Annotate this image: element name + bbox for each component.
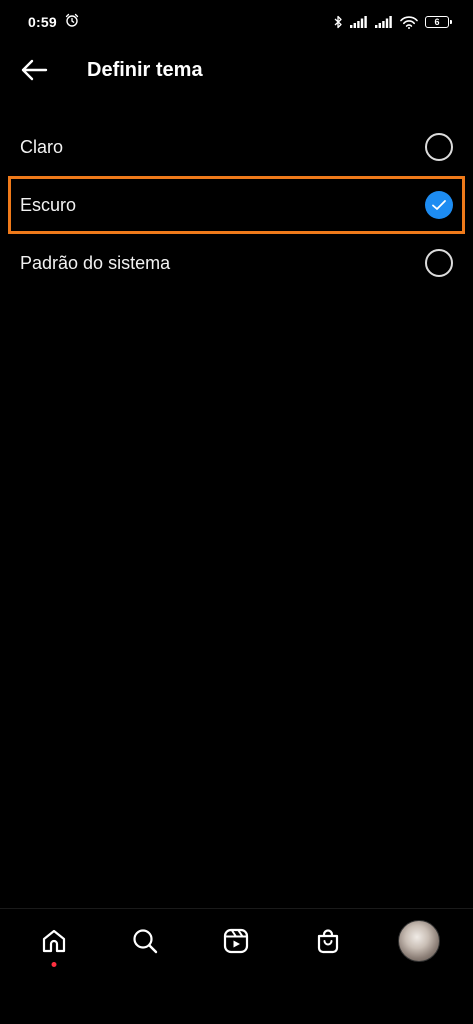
option-system-default[interactable]: Padrão do sistema	[0, 234, 473, 292]
home-icon	[42, 929, 65, 952]
radio-button[interactable]	[425, 133, 453, 161]
alarm-icon	[65, 13, 79, 32]
signal-icon	[375, 16, 393, 28]
nav-home[interactable]	[26, 913, 82, 969]
nav-profile[interactable]	[391, 913, 447, 969]
nav-shop[interactable]	[300, 913, 356, 969]
radio-button[interactable]	[425, 249, 453, 277]
battery-icon: 6	[425, 16, 452, 28]
radio-button-checked[interactable]	[425, 191, 453, 219]
profile-avatar	[398, 919, 441, 962]
shop-icon	[317, 928, 338, 953]
option-label: Escuro	[20, 194, 77, 215]
page-title: Definir tema	[87, 58, 203, 81]
nav-reels[interactable]	[208, 913, 264, 969]
wifi-icon	[400, 15, 418, 29]
bluetooth-icon	[333, 15, 343, 29]
status-time: 0:59	[28, 14, 57, 30]
option-label: Claro	[20, 136, 64, 157]
nav-search[interactable]	[117, 913, 173, 969]
status-bar: 0:59 6	[0, 0, 473, 44]
header: Definir tema	[0, 44, 473, 96]
status-right: 6	[333, 15, 452, 29]
notification-dot	[51, 961, 57, 967]
option-light[interactable]: Claro	[0, 118, 473, 176]
reels-icon	[224, 928, 249, 953]
checkmark-icon	[432, 200, 446, 210]
battery-level: 6	[434, 16, 440, 27]
option-dark[interactable]: Escuro	[8, 176, 465, 234]
back-button[interactable]	[17, 53, 51, 87]
signal-icon	[350, 16, 368, 28]
status-left: 0:59	[28, 13, 79, 32]
arrow-left-icon	[21, 59, 48, 81]
search-icon	[133, 928, 158, 953]
theme-options: Claro Escuro Padrão do sistema	[0, 118, 473, 292]
bottom-nav	[0, 908, 473, 972]
option-label: Padrão do sistema	[20, 252, 171, 273]
